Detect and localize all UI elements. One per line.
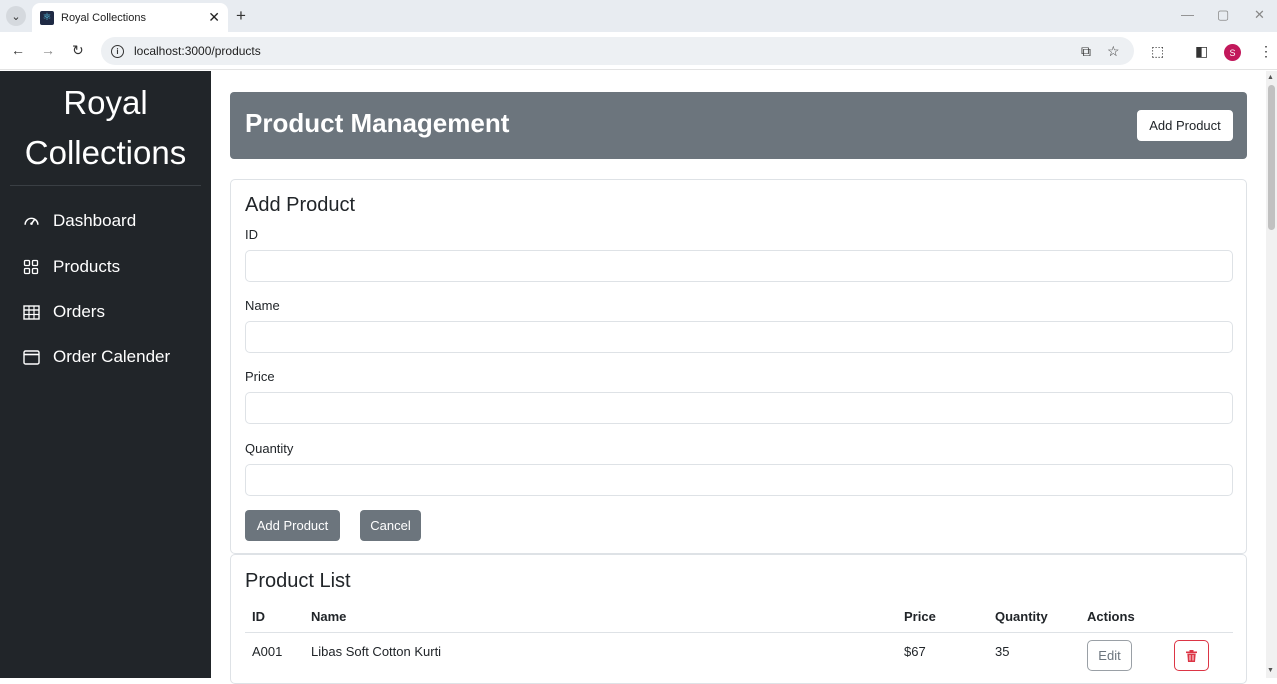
column-header-name: Name — [311, 609, 347, 624]
scroll-up-icon[interactable]: ▲ — [1267, 74, 1274, 81]
cast-icon[interactable]: ⧉ — [1081, 43, 1091, 60]
site-info-icon[interactable]: i — [111, 44, 124, 58]
column-header-actions: Actions — [1087, 609, 1135, 624]
scroll-down-icon[interactable]: ▼ — [1267, 667, 1274, 674]
address-bar[interactable]: i localhost:3000/products ⧉ ☆ — [101, 37, 1134, 65]
close-tab-icon[interactable]: ✕ — [208, 9, 220, 26]
sidebar-item-dashboard[interactable]: Dashboard — [22, 211, 136, 231]
column-header-price: Price — [904, 609, 936, 624]
cancel-button[interactable]: Cancel — [360, 510, 421, 541]
quantity-label: Quantity — [245, 441, 294, 456]
sidebar-item-label: Products — [53, 257, 121, 276]
add-product-form: Add Product ID Name Price Quantity Add P… — [230, 179, 1247, 554]
tab-search-icon[interactable]: ⌄ — [6, 6, 26, 26]
edit-button[interactable]: Edit — [1087, 640, 1132, 671]
extensions-icon[interactable]: ⬚ — [1151, 43, 1164, 60]
browser-toolbar: ← → ↻ i localhost:3000/products ⧉ ☆ ⬚ ◧ … — [0, 32, 1277, 70]
url-text: localhost:3000/products — [134, 44, 261, 58]
calendar-icon — [22, 348, 40, 366]
page-scrollbar[interactable]: ▲ ▼ — [1266, 71, 1277, 678]
cell-price: $67 — [904, 644, 926, 659]
browser-tab-bar: ⌄ ⚛ Royal Collections ✕ + — ▢ ✕ — [0, 0, 1277, 32]
tab-title: Royal Collections — [61, 11, 146, 24]
name-label: Name — [245, 298, 280, 313]
bookmark-star-icon[interactable]: ☆ — [1107, 43, 1120, 60]
sidebar: Royal Collections Dashboard Products Ord… — [0, 71, 211, 678]
react-favicon-icon: ⚛ — [40, 10, 54, 25]
menu-dots-icon[interactable]: ⋮ — [1259, 43, 1273, 60]
sidebar-item-products[interactable]: Products — [22, 257, 120, 277]
scroll-thumb[interactable] — [1268, 85, 1275, 230]
delete-button[interactable] — [1174, 640, 1209, 671]
table-divider — [245, 632, 1233, 633]
product-list: Product List ID Name Price Quantity Acti… — [230, 554, 1247, 684]
grid-icon — [22, 258, 40, 276]
cell-id: A001 — [252, 644, 283, 659]
header-add-product-button[interactable]: Add Product — [1137, 110, 1233, 141]
sidebar-item-order-calender[interactable]: Order Calender — [22, 347, 170, 367]
submit-add-product-button[interactable]: Add Product — [245, 510, 340, 541]
id-label: ID — [245, 227, 258, 242]
brand-line-1: Royal — [63, 84, 148, 121]
restore-icon[interactable]: ▢ — [1217, 7, 1229, 23]
column-header-quantity: Quantity — [995, 609, 1048, 624]
close-window-icon[interactable]: ✕ — [1254, 7, 1265, 23]
new-tab-icon[interactable]: + — [236, 6, 246, 26]
sidebar-item-label: Order Calender — [53, 347, 171, 366]
sidebar-divider — [10, 185, 201, 186]
page-title: Product Management — [245, 108, 510, 138]
column-header-id: ID — [252, 609, 265, 624]
side-panel-icon[interactable]: ◧ — [1195, 43, 1208, 60]
sidebar-item-label: Dashboard — [53, 211, 137, 230]
forward-icon[interactable]: → — [41, 42, 55, 58]
brand-title: Royal Collections — [0, 78, 211, 178]
browser-tab[interactable]: ⚛ Royal Collections ✕ — [32, 3, 228, 32]
product-list-title: Product List — [245, 570, 351, 592]
speedometer-icon — [22, 212, 40, 230]
profile-avatar[interactable]: S — [1224, 44, 1241, 61]
trash-icon — [1186, 649, 1197, 662]
id-input[interactable] — [245, 250, 1233, 282]
form-title: Add Product — [245, 194, 356, 216]
quantity-input[interactable] — [245, 464, 1233, 496]
page-header: Product Management Add Product — [230, 92, 1247, 159]
name-input[interactable] — [245, 321, 1233, 353]
price-input[interactable] — [245, 392, 1233, 424]
reload-icon[interactable]: ↻ — [72, 42, 84, 59]
brand-line-2: Collections — [24, 134, 187, 171]
sidebar-item-orders[interactable]: Orders — [22, 302, 105, 322]
back-icon[interactable]: ← — [11, 42, 25, 58]
cell-quantity: 35 — [995, 644, 1010, 659]
minimize-icon[interactable]: — — [1181, 7, 1194, 22]
table-icon — [22, 303, 40, 321]
sidebar-item-label: Orders — [53, 302, 105, 321]
price-label: Price — [245, 369, 275, 384]
cell-name: Libas Soft Cotton Kurti — [311, 644, 442, 659]
